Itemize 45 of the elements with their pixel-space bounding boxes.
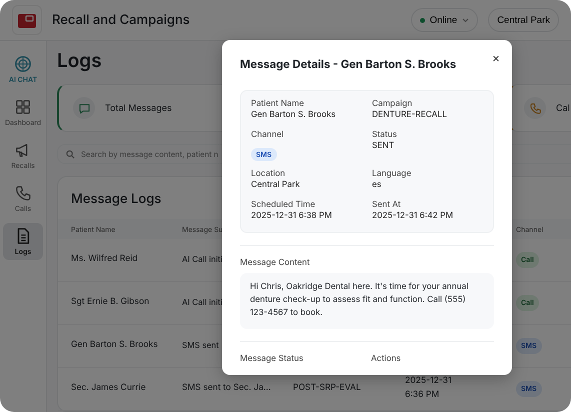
table-cell-text: POST-SRP-EVAL (293, 382, 361, 396)
table-cell-text: Sgt Ernie B. Gibson (71, 296, 150, 310)
phone-icon (528, 102, 542, 114)
section-label: Actions (371, 354, 402, 364)
stat-label: Total Messages (105, 102, 172, 114)
field-label: Scheduled Time (251, 200, 316, 212)
location-selector[interactable]: Central Park (488, 8, 559, 32)
page-title: Logs (57, 49, 102, 72)
message-content: Hi Chris, Oakridge Dental here. It's time for your annual denture check-up to assess fit and function. Call (555) 123-4567 to book. (240, 273, 494, 330)
chevron-down-icon (462, 18, 470, 22)
field-label: Language (372, 169, 412, 180)
table-cell-text: AI Call initi (182, 296, 222, 310)
field-value: es (372, 180, 382, 192)
section-label: Message Content (240, 258, 311, 268)
field-label: Patient Name (251, 99, 305, 110)
search-icon (66, 150, 75, 158)
section-label: Message Status (240, 354, 304, 364)
app-logo-icon (12, 5, 42, 35)
card-title: Message Logs (71, 191, 162, 207)
close-button[interactable]: × (490, 48, 502, 67)
app-title: Recall and Campaigns (52, 12, 191, 28)
table-cell-text: Sec. James Currie (71, 382, 146, 396)
chat-bubble-icon (78, 102, 90, 114)
status-dropdown[interactable]: Online (410, 8, 478, 32)
field-value: Gen Barton S. Brooks (251, 110, 337, 122)
table-cell-text: Ms. Wilfred Reid (71, 253, 138, 266)
field-label: Sent At (372, 200, 402, 212)
table-cell-text: AI Call initi (182, 253, 222, 266)
field-label: Status (372, 130, 398, 142)
stat-label: Cal (556, 102, 570, 114)
field-value: 2025-12-31 6:42 PM (372, 211, 454, 222)
field-value: DENTURE-RECALL (372, 110, 448, 122)
dialog-title: Message Details - Gen Barton S. Brooks (240, 57, 458, 71)
table-cell-text: SMS sent to Sec. Ja... (182, 382, 271, 396)
field-label: Location (251, 169, 286, 180)
phone-icon (14, 184, 32, 202)
grid-icon (14, 98, 32, 116)
field-value: Central Park (251, 180, 301, 192)
field-value: SENT (372, 141, 396, 152)
table-cell-text: SMS sent (182, 339, 219, 352)
table-cell-text: 2025-12-31 6:36 PM (405, 375, 452, 402)
table-cell-text: Gen Barton S. Brooks (71, 339, 158, 352)
field-label: Channel (251, 130, 285, 142)
field-label: Campaign (372, 99, 414, 110)
field-value: 2025-12-31 6:38 PM (251, 211, 333, 222)
